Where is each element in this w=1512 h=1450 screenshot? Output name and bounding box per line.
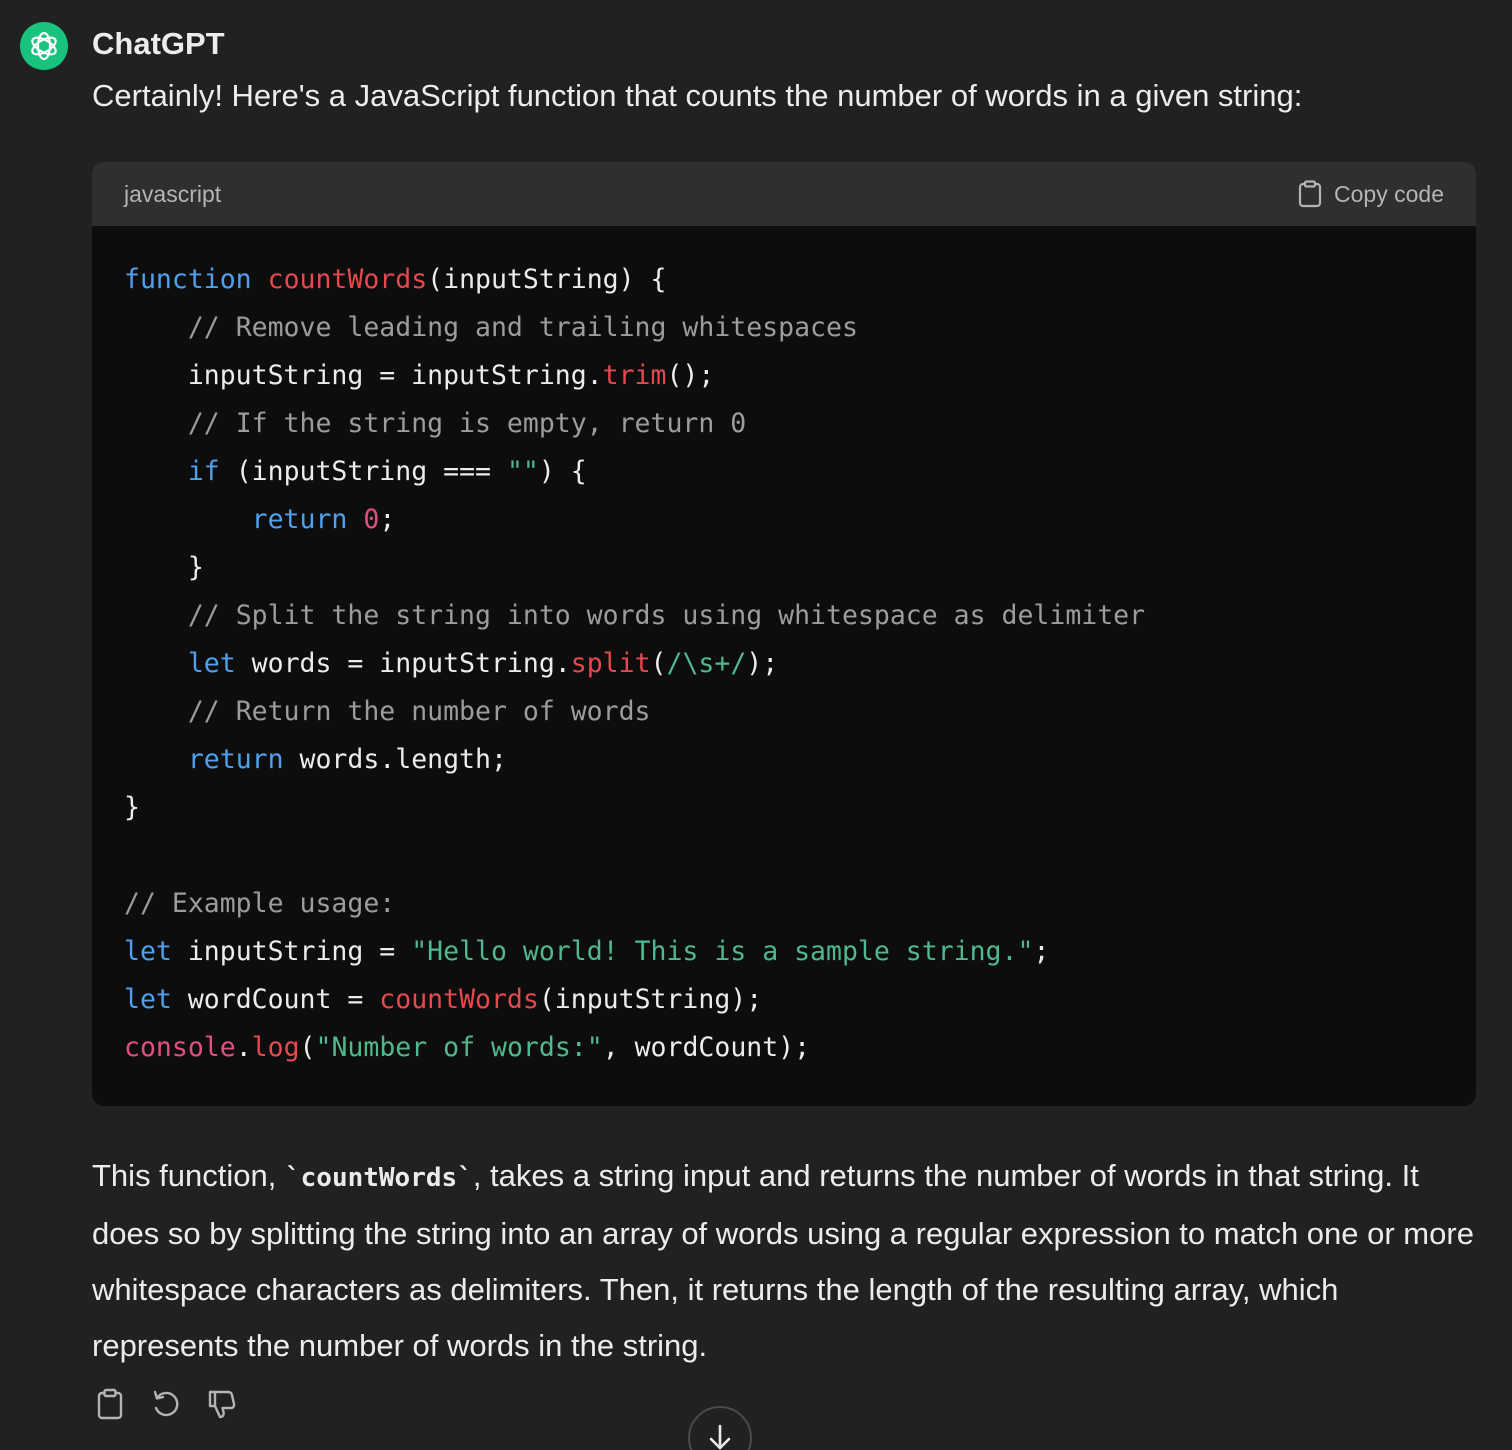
code-language-label: javascript	[124, 180, 222, 207]
code-line: }	[124, 552, 204, 583]
chat-message: ChatGPT Certainly! Here's a JavaScript f…	[0, 0, 1512, 1450]
code-line: // Split the string into words using whi…	[187, 600, 1146, 631]
message-explanation: This function, `countWords`, takes a str…	[92, 1148, 1482, 1374]
code-line: function countWords(inputString) {	[124, 264, 667, 295]
clipboard-icon	[97, 1388, 123, 1420]
copy-message-button[interactable]	[92, 1384, 128, 1424]
code-line: return 0;	[251, 504, 396, 535]
code-line: let words = inputString.split(/\s+/);	[187, 648, 779, 679]
regenerate-icon	[153, 1390, 179, 1417]
code-line: // Example usage:	[124, 888, 396, 919]
code-line: // Return the number of words	[187, 696, 651, 727]
code-line: if (inputString === "") {	[187, 456, 587, 487]
code-line: let wordCount = countWords(inputString);	[124, 984, 763, 1015]
clipboard-icon	[1298, 180, 1322, 208]
code-block: javascript Copy code function countWords…	[92, 162, 1476, 1106]
inline-code: `countWords`	[284, 1163, 473, 1193]
code-line: return words.length;	[187, 744, 507, 775]
message-intro: Certainly! Here's a JavaScript function …	[92, 78, 1303, 113]
arrow-down-icon	[709, 1424, 731, 1450]
code-line: // If the string is empty, return 0	[187, 408, 747, 439]
regenerate-button[interactable]	[148, 1384, 184, 1424]
explanation-text-before: This function,	[92, 1158, 285, 1193]
code-block-header: javascript Copy code	[92, 162, 1476, 226]
code-content: function countWords(inputString) { // Re…	[92, 226, 1476, 1072]
thumbs-down-icon	[208, 1390, 236, 1419]
code-line: console.log("Number of words:", wordCoun…	[124, 1032, 811, 1063]
code-line: let inputString = "Hello world! This is …	[124, 936, 1050, 967]
scroll-down-button[interactable]	[688, 1406, 752, 1450]
copy-code-label: Copy code	[1334, 180, 1444, 207]
code-line: // Remove leading and trailing whitespac…	[187, 312, 858, 343]
message-actions	[92, 1384, 240, 1424]
copy-code-button[interactable]: Copy code	[1298, 180, 1444, 208]
code-line: inputString = inputString.trim();	[124, 360, 715, 391]
chatgpt-logo-icon	[20, 22, 68, 70]
code-line: }	[124, 792, 140, 823]
thumbs-down-button[interactable]	[204, 1384, 240, 1424]
message-author: ChatGPT	[92, 26, 225, 61]
